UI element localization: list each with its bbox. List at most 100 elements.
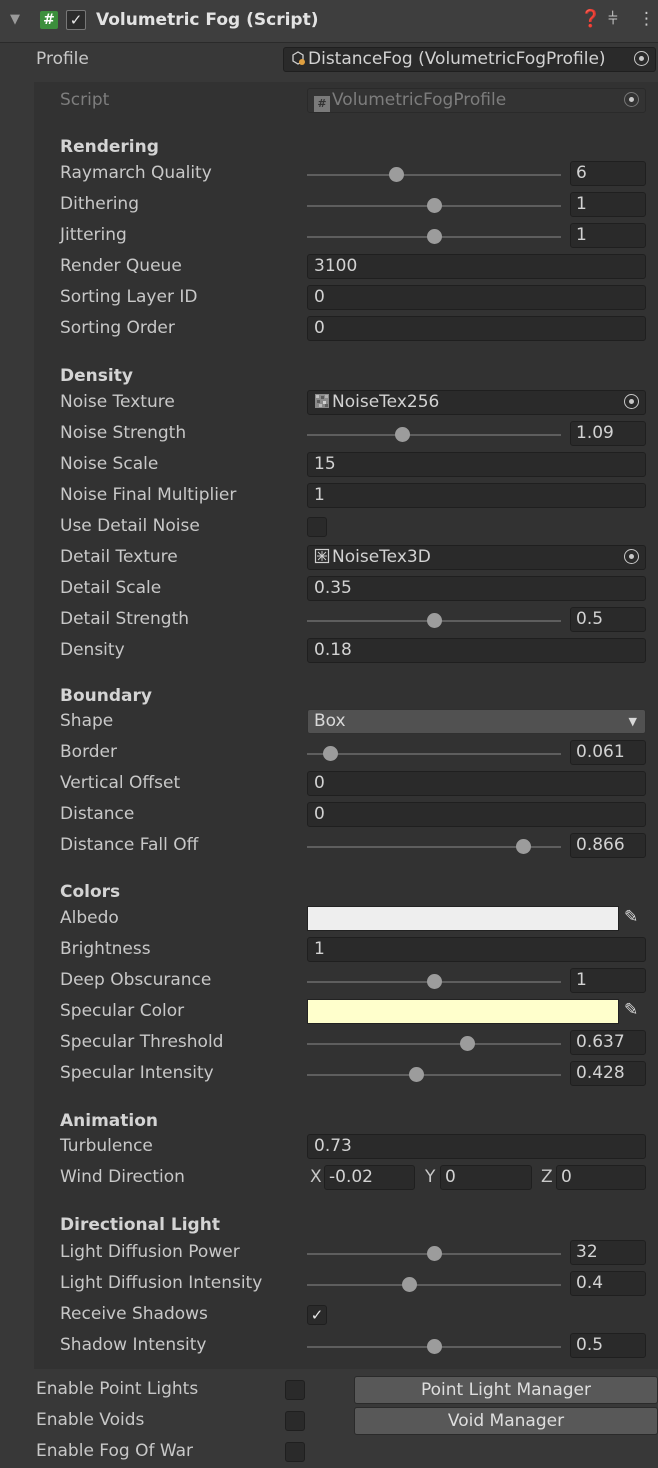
specular-color-row: Specular Color ✎	[0, 997, 658, 1028]
noise-strength-slider-track[interactable]	[307, 434, 561, 436]
receive-shadows-row: Receive Shadows ✓	[0, 1300, 658, 1331]
wind-x-input[interactable]: -0.02	[324, 1165, 415, 1190]
distance-fall-off-slider-knob[interactable]	[515, 839, 531, 854]
specular-intensity-slider-knob[interactable]	[409, 1067, 425, 1082]
wind-y-input[interactable]: 0	[440, 1165, 532, 1190]
density-row: Density 0.18	[0, 636, 658, 667]
kebab-menu-icon[interactable]: ⋮	[638, 9, 655, 29]
brightness-input[interactable]: 1	[307, 937, 646, 962]
receive-shadows-checkbox[interactable]: ✓	[307, 1305, 327, 1325]
noise-strength-slider-knob[interactable]	[395, 427, 411, 442]
render-queue-input[interactable]: 3100	[307, 254, 646, 279]
density-input[interactable]: 0.18	[307, 638, 646, 663]
noise-scale-input[interactable]: 15	[307, 452, 646, 477]
specular-threshold-input[interactable]: 0.637	[570, 1030, 646, 1055]
wind-x-label: X	[310, 1167, 322, 1187]
eyedropper-icon[interactable]: ✎	[624, 907, 638, 927]
detail-scale-input[interactable]: 0.35	[307, 576, 646, 601]
shadow-intensity-slider-knob[interactable]	[427, 1339, 442, 1354]
point-light-manager-button[interactable]: Point Light Manager	[354, 1376, 658, 1404]
render-queue-label: Render Queue	[60, 256, 182, 276]
turbulence-input[interactable]: 0.73	[307, 1134, 646, 1159]
wind-y-label: Y	[425, 1167, 436, 1187]
wind-direction-row: Wind Direction X -0.02 Y 0 Z 0	[0, 1163, 658, 1194]
specular-color-swatch[interactable]	[307, 999, 619, 1024]
shape-dropdown[interactable]: Box ▼	[307, 709, 646, 734]
sorting-layer-id-input[interactable]: 0	[307, 285, 646, 310]
deep-obscurance-input[interactable]: 1	[570, 968, 646, 993]
specular-intensity-slider-track[interactable]	[307, 1074, 561, 1076]
albedo-label: Albedo	[60, 908, 119, 928]
noise-strength-input[interactable]: 1.09	[570, 421, 646, 446]
border-slider-track[interactable]	[307, 753, 561, 755]
jittering-input[interactable]: 1	[570, 223, 646, 248]
enable-point-lights-checkbox[interactable]	[285, 1380, 305, 1400]
use-detail-noise-checkbox[interactable]	[307, 517, 327, 537]
light-diffusion-power-slider-knob[interactable]	[427, 1246, 442, 1261]
light-diffusion-intensity-slider-knob[interactable]	[401, 1277, 417, 1292]
deep-obscurance-slider-knob[interactable]	[427, 974, 442, 989]
enable-fog-of-war-label: Enable Fog Of War	[36, 1441, 193, 1461]
light-diffusion-intensity-slider-track[interactable]	[307, 1284, 561, 1286]
enable-fog-of-war-checkbox[interactable]	[285, 1442, 305, 1462]
profile-label: Profile	[36, 49, 89, 69]
deep-obscurance-row: Deep Obscurance 1	[0, 966, 658, 997]
specular-threshold-slider-track[interactable]	[307, 1043, 561, 1045]
object-picker-icon[interactable]	[634, 51, 649, 66]
light-diffusion-power-label: Light Diffusion Power	[60, 1242, 240, 1262]
brightness-row: Brightness 1	[0, 935, 658, 966]
chevron-down-icon: ▼	[628, 715, 637, 728]
noise-final-multiplier-input[interactable]: 1	[307, 483, 646, 508]
section-animation: Animation	[60, 1111, 159, 1131]
specular-intensity-input[interactable]: 0.428	[570, 1061, 646, 1086]
border-input[interactable]: 0.061	[570, 740, 646, 765]
shadow-intensity-input[interactable]: 0.5	[570, 1333, 646, 1358]
raymarch-quality-slider-knob[interactable]	[388, 167, 404, 182]
profile-field[interactable]: DistanceFog (VolumetricFogProfile)	[283, 47, 656, 72]
border-row: Border 0.061	[0, 738, 658, 769]
enable-voids-checkbox[interactable]	[285, 1411, 305, 1431]
void-manager-button[interactable]: Void Manager	[354, 1407, 658, 1435]
dithering-input[interactable]: 1	[570, 192, 646, 217]
detail-strength-input[interactable]: 0.5	[570, 607, 646, 632]
specular-threshold-slider-knob[interactable]	[460, 1036, 476, 1051]
detail-strength-slider-knob[interactable]	[427, 613, 442, 628]
turbulence-row: Turbulence 0.73	[0, 1132, 658, 1163]
object-picker-icon	[624, 92, 639, 107]
eyedropper-icon[interactable]: ✎	[624, 1000, 638, 1020]
jittering-slider-knob[interactable]	[427, 229, 442, 244]
density-label: Density	[60, 640, 125, 660]
object-picker-icon[interactable]	[624, 549, 639, 564]
vertical-offset-label: Vertical Offset	[60, 773, 181, 793]
detail-scale-row: Detail Scale 0.35	[0, 574, 658, 605]
vertical-offset-input[interactable]: 0	[307, 771, 646, 796]
object-picker-icon[interactable]	[624, 394, 639, 409]
raymarch-quality-input[interactable]: 6	[570, 161, 646, 186]
distance-fall-off-input[interactable]: 0.866	[570, 833, 646, 858]
help-icon[interactable]: ❓	[580, 9, 601, 29]
light-diffusion-intensity-input[interactable]: 0.4	[570, 1271, 646, 1296]
distance-input[interactable]: 0	[307, 802, 646, 827]
detail-texture-field[interactable]: NoiseTex3D	[307, 545, 646, 570]
border-slider-knob[interactable]	[322, 746, 338, 761]
wind-z-input[interactable]: 0	[556, 1165, 646, 1190]
preset-icon[interactable]: ⫩	[608, 9, 618, 29]
noise-texture-field[interactable]: NoiseTex256	[307, 390, 646, 415]
foldout-arrow-icon[interactable]: ▼	[10, 12, 20, 27]
component-enabled-checkbox[interactable]: ✓	[66, 10, 86, 30]
script-field: # VolumetricFogProfile	[307, 88, 646, 113]
detail-strength-label: Detail Strength	[60, 609, 190, 629]
script-label: Script	[60, 90, 110, 110]
wind-z-label: Z	[541, 1167, 553, 1187]
dithering-row: Dithering 1	[0, 190, 658, 221]
sorting-order-input[interactable]: 0	[307, 316, 646, 341]
section-density: Density	[60, 366, 133, 386]
turbulence-label: Turbulence	[60, 1136, 153, 1156]
raymarch-quality-slider-track[interactable]	[307, 174, 561, 176]
distance-label: Distance	[60, 804, 135, 824]
light-diffusion-power-input[interactable]: 32	[570, 1240, 646, 1265]
script-value: VolumetricFogProfile	[332, 90, 507, 110]
dithering-slider-knob[interactable]	[427, 198, 442, 213]
albedo-color-swatch[interactable]	[307, 906, 619, 931]
light-diffusion-intensity-label: Light Diffusion Intensity	[60, 1273, 263, 1293]
